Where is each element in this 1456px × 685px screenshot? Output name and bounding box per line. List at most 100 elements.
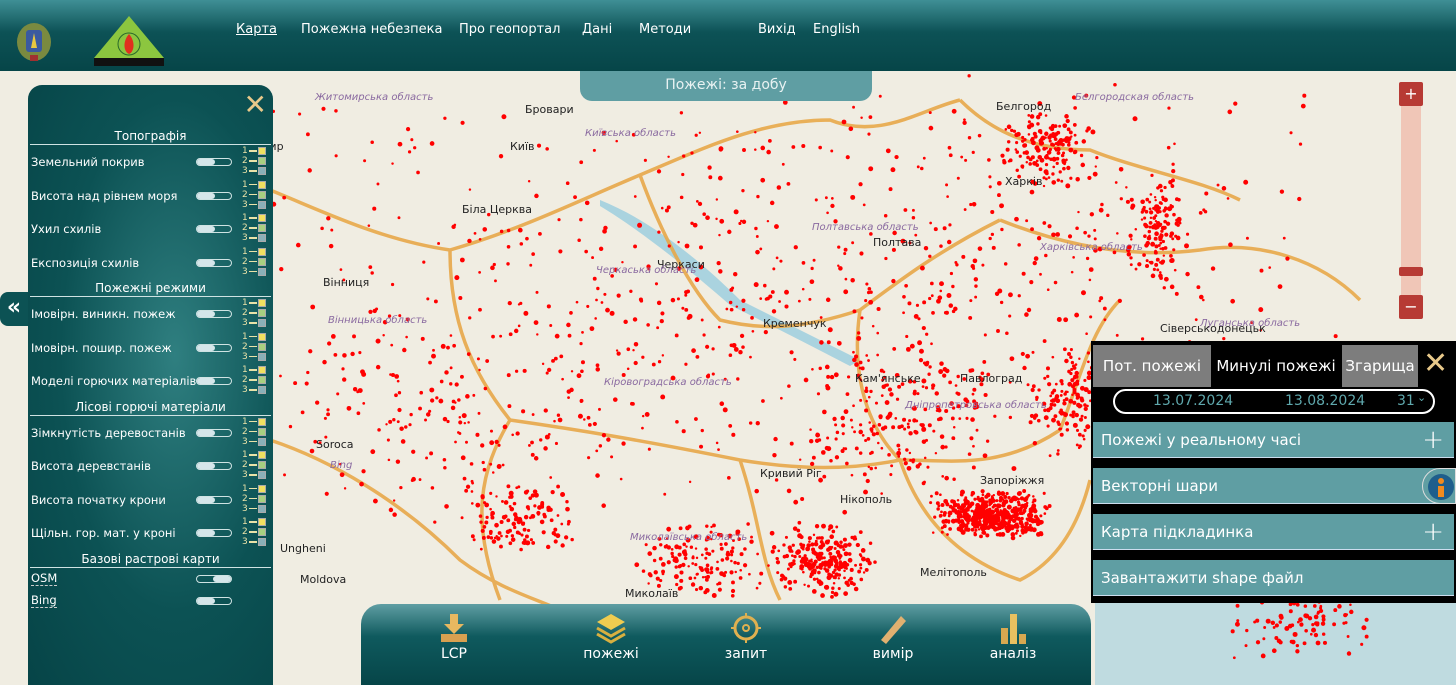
fire-point bbox=[1044, 131, 1049, 136]
fire-point bbox=[1149, 193, 1153, 196]
days-select[interactable]: 31 bbox=[1397, 393, 1415, 409]
toggle-switch[interactable] bbox=[196, 574, 232, 583]
tool-measure[interactable]: вимір bbox=[848, 612, 938, 662]
toggle-switch[interactable] bbox=[196, 428, 232, 437]
toggle-switch[interactable] bbox=[196, 258, 232, 267]
section-vector-layers[interactable]: Векторні шари bbox=[1093, 468, 1454, 504]
fire-point bbox=[772, 452, 777, 458]
reefmc-logo bbox=[94, 16, 164, 66]
toggle-switch[interactable] bbox=[196, 596, 232, 605]
nav-logout[interactable]: Вихід bbox=[758, 22, 796, 37]
toggle-switch[interactable] bbox=[196, 462, 232, 470]
fire-point bbox=[1140, 218, 1144, 221]
fire-point bbox=[830, 149, 834, 153]
section-realtime-fires[interactable]: Пожежі у реальному часі + bbox=[1093, 422, 1454, 458]
base-map-label[interactable]: OSM bbox=[31, 571, 58, 586]
base-map-label[interactable]: Bing bbox=[31, 593, 57, 608]
nav-methods[interactable]: Методи bbox=[639, 22, 691, 37]
date-range[interactable]: 13.07.2024 13.08.2024 31 ⌄ bbox=[1113, 389, 1435, 414]
fire-point bbox=[1282, 236, 1286, 240]
toggle-switch[interactable] bbox=[196, 191, 232, 200]
toggle-switch[interactable] bbox=[196, 158, 232, 166]
fire-point bbox=[670, 551, 674, 556]
fire-point bbox=[846, 375, 851, 379]
fire-point bbox=[595, 473, 600, 478]
fire-point bbox=[494, 279, 497, 283]
nav-english[interactable]: English bbox=[813, 22, 860, 37]
fire-point bbox=[1162, 286, 1166, 290]
plus-icon[interactable]: + bbox=[1422, 422, 1444, 458]
date-from[interactable]: 13.07.2024 bbox=[1153, 393, 1233, 409]
collapse-panel-button[interactable]: « bbox=[0, 292, 28, 326]
fire-point bbox=[1066, 390, 1069, 394]
close-icon[interactable]: ✕ bbox=[244, 91, 267, 119]
toggle-switch[interactable] bbox=[196, 377, 232, 385]
base-map-bing[interactable]: Bing bbox=[28, 590, 273, 612]
nav-map[interactable]: Карта bbox=[236, 22, 277, 37]
fire-point bbox=[858, 530, 863, 535]
fire-point bbox=[496, 464, 502, 469]
fire-point bbox=[980, 489, 985, 494]
close-icon[interactable]: ✕ bbox=[1423, 346, 1448, 381]
fire-point bbox=[510, 537, 516, 542]
fire-point bbox=[808, 540, 811, 543]
plus-icon[interactable]: + bbox=[1422, 514, 1444, 550]
toggle-switch[interactable] bbox=[196, 225, 232, 233]
fire-period-title[interactable]: Пожежі: за добу bbox=[580, 71, 872, 101]
fire-point bbox=[756, 194, 760, 199]
fire-point bbox=[540, 501, 545, 505]
fire-point bbox=[864, 299, 868, 303]
fire-point bbox=[816, 553, 821, 558]
tool-analysis[interactable]: аналіз bbox=[968, 612, 1058, 662]
layer-label: Земельний покрив bbox=[31, 155, 145, 169]
tab-potential-fires[interactable]: Пот. пожежі bbox=[1093, 345, 1211, 387]
base-map-osm[interactable]: OSM bbox=[28, 568, 273, 590]
fire-point bbox=[694, 417, 698, 421]
toggle-switch[interactable] bbox=[196, 495, 232, 504]
fire-point bbox=[1145, 259, 1149, 263]
fire-point bbox=[896, 443, 901, 448]
section-base-map[interactable]: Карта підкладинка + bbox=[1093, 514, 1454, 550]
fire-point bbox=[1073, 133, 1077, 137]
fire-point bbox=[685, 545, 688, 548]
tab-past-fires[interactable]: Минулі пожежі bbox=[1211, 345, 1341, 387]
fire-point bbox=[539, 438, 543, 442]
fire-point bbox=[887, 453, 891, 457]
fire-point bbox=[1113, 82, 1117, 87]
tool-fires[interactable]: пожежі bbox=[566, 612, 656, 662]
upload-shape-file[interactable]: Завантажити shape файл bbox=[1093, 560, 1454, 596]
fire-point bbox=[1010, 535, 1016, 541]
fire-point bbox=[621, 441, 626, 446]
zoom-in-button[interactable]: + bbox=[1399, 82, 1423, 106]
chevron-down-icon[interactable]: ⌄ bbox=[1417, 391, 1426, 404]
fire-point bbox=[1289, 131, 1293, 135]
tool-lcp[interactable]: LCP bbox=[409, 612, 499, 662]
fire-point bbox=[815, 577, 819, 581]
zoom-out-button[interactable]: − bbox=[1399, 295, 1423, 319]
fire-point bbox=[579, 400, 583, 404]
fire-point bbox=[556, 514, 560, 517]
toggle-switch[interactable] bbox=[196, 310, 232, 318]
fire-point bbox=[864, 408, 869, 413]
toggle-switch[interactable] bbox=[196, 343, 232, 352]
nav-fire-danger[interactable]: Пожежна небезпека bbox=[301, 22, 443, 37]
fire-point bbox=[846, 583, 850, 587]
fire-point bbox=[793, 357, 797, 361]
fire-point bbox=[1202, 298, 1205, 302]
zoom-slider-handle[interactable] bbox=[1399, 267, 1423, 276]
map-label: Полтавська область bbox=[812, 222, 919, 233]
fire-point bbox=[1364, 634, 1369, 639]
nav-data[interactable]: Дані bbox=[582, 22, 612, 37]
tool-query[interactable]: запит bbox=[701, 612, 791, 662]
info-button[interactable] bbox=[1422, 468, 1456, 504]
fire-point bbox=[1158, 210, 1162, 214]
fire-point bbox=[1174, 291, 1179, 296]
date-to[interactable]: 13.08.2024 bbox=[1285, 393, 1365, 409]
toggle-switch[interactable] bbox=[196, 529, 232, 537]
fire-point bbox=[977, 133, 982, 138]
fire-point bbox=[902, 294, 906, 299]
fire-point bbox=[695, 354, 700, 359]
fire-point bbox=[991, 245, 996, 250]
nav-about[interactable]: Про геопортал bbox=[459, 22, 560, 37]
tab-burned-areas[interactable]: Згарища bbox=[1342, 345, 1418, 387]
